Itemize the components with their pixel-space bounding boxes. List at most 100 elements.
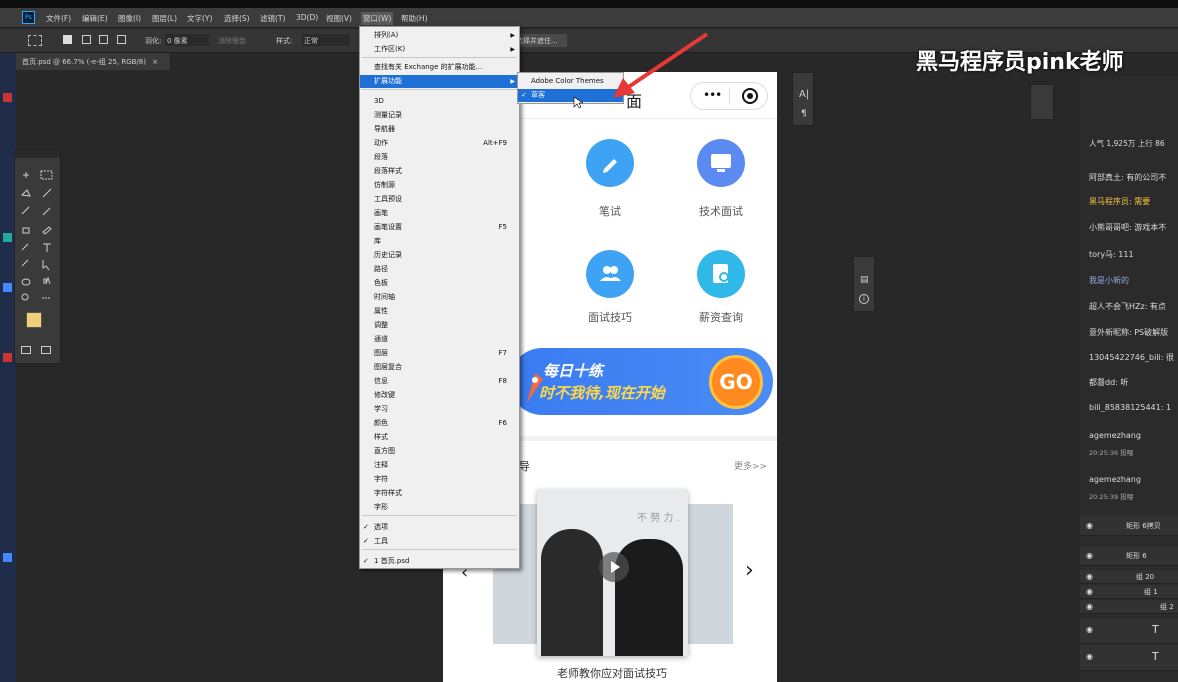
carousel-next-icon[interactable]: › — [745, 558, 754, 583]
menu-item-32[interactable]: 字符样式 — [360, 487, 519, 500]
character-panel-icon[interactable]: A| — [799, 89, 809, 100]
menu-type[interactable]: 文字(Y) — [187, 13, 212, 24]
menu-select[interactable]: 选择(S) — [224, 13, 250, 24]
menu-item-24[interactable]: 信息 F8 — [360, 375, 519, 388]
lasso-tool-icon[interactable] — [20, 189, 31, 197]
menu-item-20[interactable]: 调整 — [360, 319, 519, 332]
menu-item-22[interactable]: 图层 F7 — [360, 347, 519, 360]
menu-item-33[interactable]: 字形 — [360, 501, 519, 514]
intersect-selection-icon[interactable] — [117, 35, 126, 44]
menu-image[interactable]: 图像(I) — [118, 13, 141, 24]
add-selection-icon[interactable] — [82, 35, 91, 44]
menu-item-10[interactable]: 仿制源 — [360, 179, 519, 192]
info-icon[interactable]: i — [859, 294, 869, 304]
text-tool-icon[interactable] — [43, 243, 51, 252]
menu-item-23[interactable]: 图层复合 — [360, 361, 519, 374]
menu-item-6[interactable]: 导航器 — [360, 123, 519, 136]
layer-row[interactable]: ◉ 矩形 6拷贝 — [1080, 516, 1178, 536]
menu-item-9[interactable]: 段落样式 — [360, 165, 519, 178]
menu-item-5[interactable]: 测量记录 — [360, 109, 519, 122]
ellipse-tool-icon[interactable] — [21, 278, 31, 286]
layer-row[interactable]: ◉ T — [1080, 618, 1178, 644]
eye-icon[interactable]: ◉ — [1086, 551, 1093, 560]
menu-item-26[interactable]: 学习 — [360, 403, 519, 416]
foreground-color-swatch[interactable] — [26, 312, 42, 328]
new-selection-icon[interactable] — [63, 35, 72, 44]
menu-item-18[interactable]: 时间轴 — [360, 291, 519, 304]
menu-item-4[interactable]: 3D — [360, 95, 519, 108]
menu-item-36[interactable]: ✓ 1 首页.psd — [360, 555, 519, 568]
menu-item-19[interactable]: 属性 — [360, 305, 519, 318]
menu-item-3[interactable]: 扩展功能 ▶ — [360, 75, 519, 88]
tech-interview-icon[interactable] — [697, 139, 745, 187]
properties-panel-icon[interactable]: ▤ — [860, 275, 869, 285]
menu-item-12[interactable]: 画笔 — [360, 207, 519, 220]
hand-tool-icon[interactable] — [43, 276, 51, 285]
layer-row[interactable]: ◉ T — [1080, 645, 1178, 671]
style-select[interactable]: 正常 — [302, 34, 350, 46]
menu-item-35[interactable]: ✓ 工具 — [360, 535, 519, 548]
paragraph-panel-icon[interactable]: ¶ — [801, 109, 807, 119]
marquee-tool-icon[interactable] — [28, 35, 42, 46]
eye-icon[interactable]: ◉ — [1086, 625, 1093, 634]
pen-tool-icon[interactable] — [21, 259, 29, 267]
menu-item-27[interactable]: 颜色 F6 — [360, 417, 519, 430]
menu-item-11[interactable]: 工具预设 — [360, 193, 519, 206]
layer-row[interactable]: ◉ 矩形 6 — [1080, 546, 1178, 566]
eye-icon[interactable]: ◉ — [1086, 652, 1093, 661]
magic-wand-icon[interactable] — [42, 188, 52, 198]
menu-item-7[interactable]: 动作 Alt+F9 — [360, 137, 519, 150]
written-test-icon[interactable] — [586, 139, 634, 187]
menu-item-25[interactable]: 修改键 — [360, 389, 519, 402]
menu-edit[interactable]: 编辑(E) — [82, 13, 108, 24]
eye-icon[interactable]: ◉ — [1086, 572, 1093, 581]
layer-row[interactable]: ◉ 组 2 — [1080, 600, 1178, 614]
path-select-icon[interactable] — [42, 260, 50, 271]
menu-item-8[interactable]: 段落 — [360, 151, 519, 164]
more-link[interactable]: 更多>> — [734, 459, 767, 472]
eye-icon[interactable]: ◉ — [1086, 602, 1093, 611]
eyedropper-icon[interactable] — [42, 207, 51, 216]
eye-icon[interactable]: ◉ — [1086, 521, 1093, 530]
menu-item-1[interactable]: 工作区(K) ▶ — [360, 43, 519, 56]
move-tool-icon[interactable] — [23, 172, 29, 178]
menu-item-21[interactable]: 通道 — [360, 333, 519, 346]
menu-file[interactable]: 文件(F) — [46, 13, 71, 24]
layer-row[interactable]: ◉ 组 20 — [1080, 570, 1178, 584]
menu-item-30[interactable]: 注释 — [360, 459, 519, 472]
stamp-tool-icon[interactable] — [22, 227, 30, 234]
close-miniprogram-icon[interactable] — [742, 88, 758, 104]
menu-item-13[interactable]: 画笔设置 F5 — [360, 221, 519, 234]
crop-tool-icon[interactable] — [21, 206, 30, 215]
menu-item-0[interactable]: 排列(A) ▶ — [360, 29, 519, 42]
zoom-tool-icon[interactable] — [21, 293, 29, 301]
interview-tips-icon[interactable] — [586, 250, 634, 298]
daily-practice-banner[interactable]: 每日十练 时不我待,现在开始 GO — [509, 348, 773, 415]
menu-3d[interactable]: 3D(D) — [296, 13, 318, 22]
menu-item-16[interactable]: 路径 — [360, 263, 519, 276]
eye-icon[interactable]: ◉ — [1086, 587, 1093, 596]
select-and-mask-button[interactable]: 选择并遮住... — [512, 34, 567, 47]
menu-item-2[interactable]: 查找有关 Exchange 的扩展功能... — [360, 61, 519, 74]
menu-item-15[interactable]: 历史记录 — [360, 249, 519, 262]
quick-mask-icon[interactable] — [21, 346, 31, 354]
play-icon[interactable] — [599, 552, 629, 582]
menu-window[interactable]: 窗口(W) — [361, 12, 394, 25]
menu-filter[interactable]: 滤镜(T) — [260, 13, 285, 24]
go-button[interactable]: GO — [709, 355, 763, 409]
salary-query-icon[interactable] — [697, 250, 745, 298]
menu-help[interactable]: 帮助(H) — [401, 13, 428, 24]
document-tab[interactable]: 首页.psd @ 66.7% (-e-组 25, RGB/8) × — [16, 53, 171, 70]
menu-item-17[interactable]: 色板 — [360, 277, 519, 290]
menu-item-29[interactable]: 直方图 — [360, 445, 519, 458]
antialias-checkbox[interactable]: 消除锯齿 — [218, 36, 246, 46]
video-thumbnail[interactable]: 不 努 力 . — [537, 489, 688, 656]
eraser-icon[interactable] — [42, 226, 52, 235]
menu-item-31[interactable]: 字符 — [360, 473, 519, 486]
rectangle-marquee-icon[interactable] — [40, 170, 53, 180]
feather-input[interactable]: 0 像素 — [165, 34, 209, 46]
menu-view[interactable]: 视图(V) — [326, 13, 352, 24]
subtract-selection-icon[interactable] — [99, 35, 108, 44]
toolbox-header[interactable] — [15, 150, 60, 158]
screen-mode-icon[interactable] — [41, 346, 51, 354]
